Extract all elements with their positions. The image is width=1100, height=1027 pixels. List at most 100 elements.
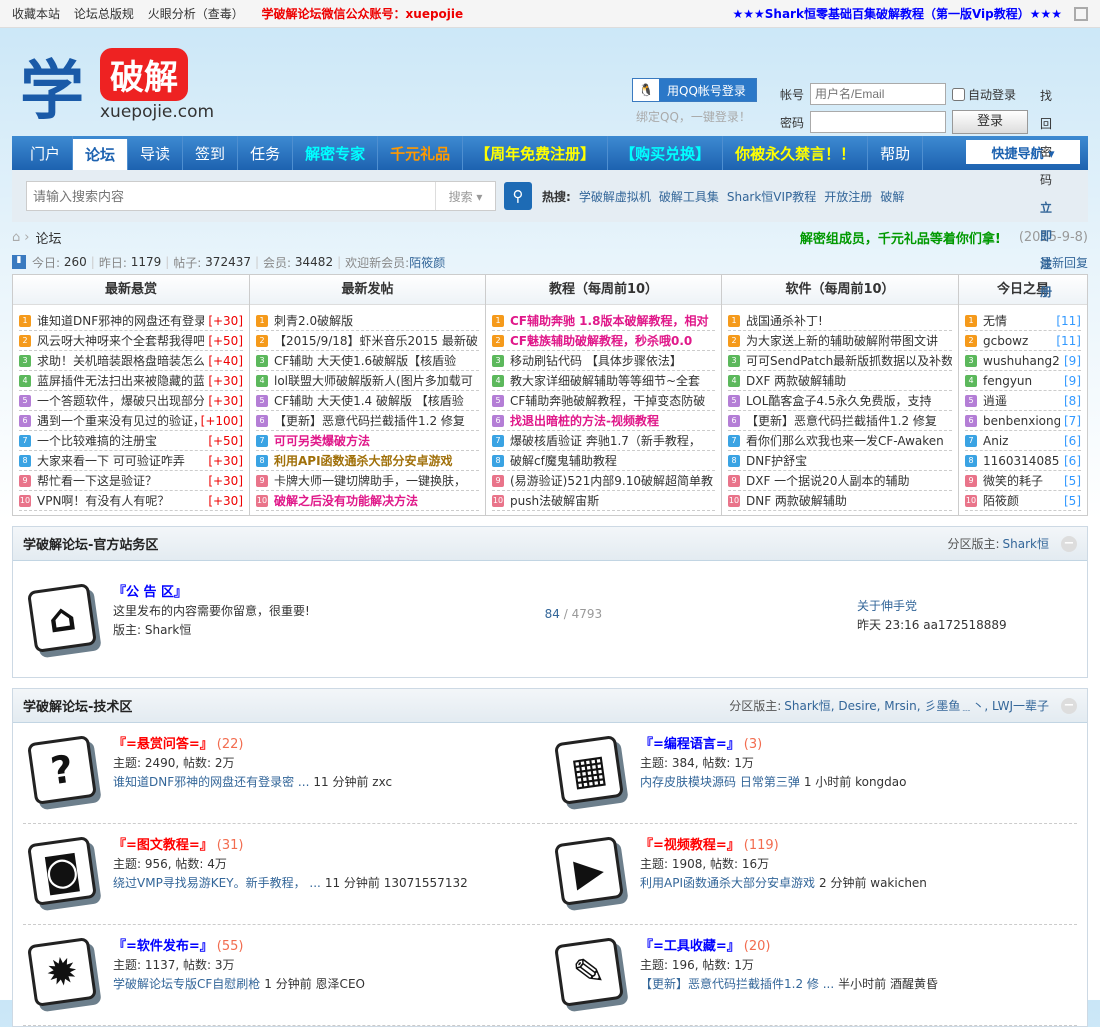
thread-link[interactable]: 教大家详细破解辅助等等细节~全套: [510, 372, 715, 389]
newest-member-link[interactable]: 陌筱颜: [409, 254, 445, 271]
forum-name-link[interactable]: 『=工具收藏=』: [640, 939, 740, 954]
list-item[interactable]: 2 CF魅族辅助破解教程，秒杀哦0.0: [492, 331, 715, 351]
forum-name-link[interactable]: 『=视频教程=』: [640, 838, 740, 853]
thread-link[interactable]: DNF护舒宝: [746, 452, 952, 469]
thread-link[interactable]: CF辅助 大天使1.6破解版【核盾验: [274, 352, 479, 369]
thread-link[interactable]: 陌筱颜: [983, 492, 1060, 509]
thread-link[interactable]: 利用API函数通杀大部分安卓游戏: [274, 452, 479, 469]
list-item[interactable]: 7 看你们那么欢我也来一发CF-Awaken: [728, 431, 952, 451]
forum-icon[interactable]: ✎: [550, 936, 630, 1015]
list-item[interactable]: 7 可可另类爆破方法: [256, 431, 479, 451]
group-title[interactable]: 学破解论坛-技术区: [23, 696, 132, 715]
login-button[interactable]: 登录: [952, 110, 1029, 134]
forum-icon[interactable]: ▦: [550, 734, 630, 813]
home-icon[interactable]: ⌂: [12, 230, 20, 245]
list-item[interactable]: 3 可可SendPatch最新版抓数据以及补数: [728, 351, 952, 371]
list-item[interactable]: 7 Aniz [6]: [965, 431, 1081, 451]
hot-search-link[interactable]: 破解: [880, 190, 904, 204]
search-button[interactable]: ⚲: [504, 182, 532, 210]
list-item[interactable]: 8 1160314085 [6]: [965, 451, 1081, 471]
thread-link[interactable]: 可可另类爆破方法: [274, 432, 479, 449]
nav-item[interactable]: 你被永久禁言！！: [723, 136, 869, 170]
list-item[interactable]: 1 刺青2.0破解版: [256, 311, 479, 331]
list-item[interactable]: 7 一个比较难搞的注册宝 [+50]: [19, 431, 243, 451]
thread-link[interactable]: Aniz: [983, 434, 1060, 448]
hot-search-link[interactable]: 开放注册: [824, 190, 872, 204]
quick-nav-button[interactable]: 快捷导航 ▾: [966, 140, 1080, 164]
thread-link[interactable]: 卡牌大师一键切牌助手，一键换肤，: [274, 472, 479, 489]
thread-link[interactable]: CF辅助 大天使1.4 破解版 【核盾验: [274, 392, 479, 409]
list-item[interactable]: 7 爆破核盾验证 奔驰1.7（新手教程，: [492, 431, 715, 451]
thread-link[interactable]: DNF 两款破解辅助: [746, 492, 952, 509]
last-post-link[interactable]: 学破解论坛专版CF自慰刷枪: [113, 977, 260, 991]
list-item[interactable]: 5 一个答题软件，爆破只出现部分 [+30]: [19, 391, 243, 411]
list-item[interactable]: 4 fengyun [9]: [965, 371, 1081, 391]
forum-icon[interactable]: ✹: [23, 936, 103, 1015]
auto-login-checkbox[interactable]: [952, 87, 966, 101]
thread-link[interactable]: 求助！关机暗装跟格盘暗装怎么: [37, 352, 204, 369]
thread-link[interactable]: lol联盟大师破解版新人(图片多加载可: [274, 372, 479, 389]
list-item[interactable]: 1 无情 [11]: [965, 311, 1081, 331]
thread-link[interactable]: fengyun: [983, 374, 1060, 388]
forum-icon[interactable]: ◙: [23, 835, 103, 914]
thread-link[interactable]: 爆破核盾验证 奔驰1.7（新手教程，: [510, 432, 715, 449]
list-item[interactable]: 9 卡牌大师一键切牌助手，一键换肤，: [256, 471, 479, 491]
list-item[interactable]: 10 DNF 两款破解辅助: [728, 491, 952, 511]
thread-link[interactable]: 谁知道DNF邪神的网盘还有登录: [37, 312, 204, 329]
collapse-icon[interactable]: −: [1061, 535, 1077, 552]
thread-link[interactable]: 破解之后没有功能解决方法: [274, 492, 479, 509]
list-item[interactable]: 3 wushuhang201 [9]: [965, 351, 1081, 371]
nav-item[interactable]: 【周年免费注册】: [463, 136, 609, 170]
hot-search-link[interactable]: 破解工具集: [659, 190, 719, 204]
register-link[interactable]: 立即注册: [1040, 194, 1052, 306]
list-item[interactable]: 4 蓝屏插件无法扫出来被隐藏的蓝 [+30]: [19, 371, 243, 391]
list-item[interactable]: 10 VPN啊！有没有人有呢？ [+30]: [19, 491, 243, 511]
thread-link[interactable]: DXF 两款破解辅助: [746, 372, 952, 389]
password-input[interactable]: [810, 111, 947, 133]
list-item[interactable]: 9 DXF 一个据说20人副本的辅助: [728, 471, 952, 491]
forum-moderator[interactable]: 版主: Shark恒: [113, 621, 310, 640]
thread-link[interactable]: gcbowz: [983, 334, 1052, 348]
thread-link[interactable]: 无情: [983, 312, 1052, 329]
expand-icon[interactable]: [1074, 6, 1088, 21]
thread-link[interactable]: 可可SendPatch最新版抓数据以及补数: [746, 352, 952, 369]
search-input[interactable]: [27, 182, 435, 210]
breadcrumb-current[interactable]: 论坛: [35, 228, 61, 247]
thread-link[interactable]: 找退出暗桩的方法-视频教程: [510, 412, 715, 429]
thread-link[interactable]: 风云呀大神呀来个全套帮我得吧: [37, 332, 204, 349]
list-item[interactable]: 4 lol联盟大师破解版新人(图片多加载可: [256, 371, 479, 391]
hot-search-link[interactable]: 学破解虚拟机: [579, 190, 651, 204]
thread-link[interactable]: 大家来看一下 可可验证咋弄: [37, 452, 204, 469]
thread-link[interactable]: (易游验证)521内部9.10破解超简单教: [510, 472, 715, 489]
vip-tutorial-link[interactable]: ★★★Shark恒零基础百集破解教程（第一版Vip教程）★★★: [732, 5, 1062, 22]
forum-icon[interactable]: ?: [23, 734, 103, 813]
list-item[interactable]: 3 求助！关机暗装跟格盘暗装怎么 [+40]: [19, 351, 243, 371]
thread-link[interactable]: 破解cf魔鬼辅助教程: [510, 452, 715, 469]
list-item[interactable]: 1 战国通杀补丁!: [728, 311, 952, 331]
thread-link[interactable]: wushuhang201: [983, 354, 1060, 368]
thread-link[interactable]: push法破解宙斯: [510, 492, 715, 509]
moderator-links[interactable]: Shark恒, Desire, Mrsin, 彡墨鱼﹍丶, LWJ一辈子: [784, 699, 1049, 713]
rules-link[interactable]: 论坛总版规: [74, 7, 134, 21]
group-title[interactable]: 学破解论坛-官方站务区: [23, 534, 158, 553]
nav-item[interactable]: 导读: [128, 136, 184, 170]
forum-name-link[interactable]: 『=软件发布=』: [113, 939, 213, 954]
list-item[interactable]: 4 教大家详细破解辅助等等细节~全套: [492, 371, 715, 391]
last-post-link[interactable]: 关于伸手党: [857, 597, 1077, 616]
nav-item[interactable]: 帮助: [868, 136, 924, 170]
list-item[interactable]: 9 帮忙看一下这是验证？ [+30]: [19, 471, 243, 491]
last-post-link[interactable]: 绕过VMP寻找易游KEY。新手教程， ...: [113, 876, 321, 890]
last-post-link[interactable]: 谁知道DNF邪神的网盘还有登录密 ...: [113, 775, 309, 789]
search-type-select[interactable]: 搜索 ▾: [435, 182, 495, 210]
last-post-link[interactable]: 内存皮肤模块源码 日常第三弹: [640, 775, 800, 789]
list-item[interactable]: 9 (易游验证)521内部9.10破解超简单教: [492, 471, 715, 491]
collapse-icon[interactable]: −: [1061, 697, 1077, 714]
nav-item[interactable]: 签到: [183, 136, 239, 170]
list-item[interactable]: 2 gcbowz [11]: [965, 331, 1081, 351]
list-item[interactable]: 8 大家来看一下 可可验证咋弄 [+30]: [19, 451, 243, 471]
promo-link[interactable]: 解密组成员，千元礼品等着你们拿!: [800, 228, 1001, 247]
list-item[interactable]: 1 谁知道DNF邪神的网盘还有登录 [+30]: [19, 311, 243, 331]
forum-name-link[interactable]: 『公 告 区』: [113, 585, 187, 600]
list-item[interactable]: 3 CF辅助 大天使1.6破解版【核盾验: [256, 351, 479, 371]
thread-link[interactable]: 【更新】恶意代码拦截插件1.2 修复: [274, 412, 479, 429]
